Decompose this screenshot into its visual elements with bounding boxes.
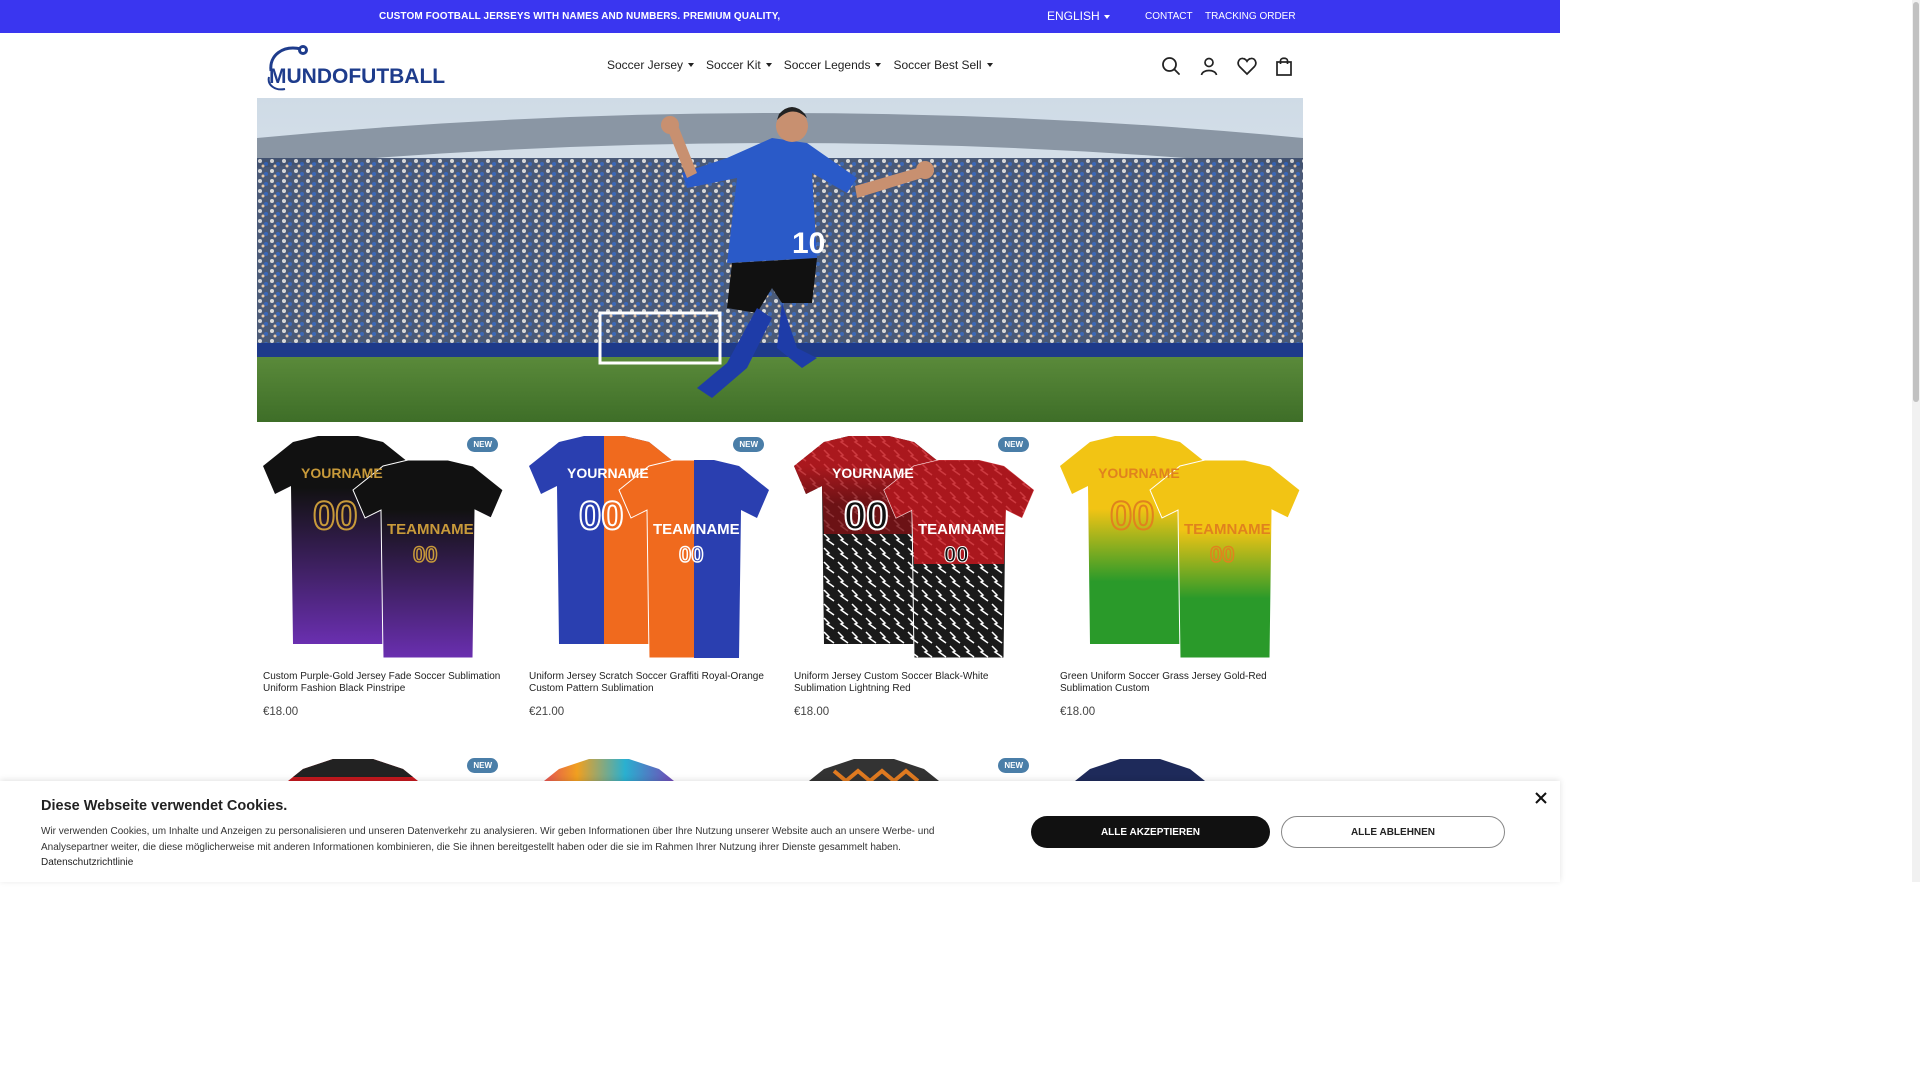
product-image[interactable]: YOURNAME 00 TEAMNAME 00 NEW (529, 434, 774, 659)
product-title[interactable]: Custom Purple-Gold Jersey Fade Soccer Su… (263, 671, 503, 695)
product-card[interactable]: YOURNAME 00 TEAMNAME 00 NEW Custom Purpl… (263, 434, 508, 718)
jersey-team: TEAMNAME (653, 521, 740, 538)
jersey-team: TEAMNAME (918, 521, 1005, 538)
language-selector[interactable]: ENGLISH (1047, 0, 1110, 33)
product-title[interactable]: Uniform Jersey Custom Soccer Black-White… (794, 671, 1034, 695)
page-scrollbar[interactable] (1912, 0, 1920, 882)
product-image[interactable]: YOURNAME 00 TEAMNAME 00 NEW (794, 434, 1039, 659)
product-title[interactable]: Green Uniform Soccer Grass Jersey Gold-R… (1060, 671, 1300, 695)
close-icon[interactable] (1533, 790, 1549, 806)
hero-jersey-number: 10 (792, 227, 825, 260)
new-badge: NEW (733, 437, 764, 452)
jersey-name: YOURNAME (832, 465, 914, 481)
jersey-number: 00 (944, 542, 968, 567)
cart-icon[interactable] (1273, 55, 1295, 77)
jersey-number: 00 (844, 494, 889, 538)
announcement-bar: CUSTOM FOOTBALL JERSEYS WITH NAMES AND N… (0, 0, 1560, 33)
jersey-number: 00 (313, 494, 358, 538)
product-price: €18.00 (794, 706, 830, 718)
account-icon[interactable] (1198, 55, 1220, 77)
nav-label: Soccer Legends (783, 58, 871, 72)
new-badge: NEW (998, 437, 1029, 452)
nav-label: Soccer Kit (706, 58, 761, 72)
jersey-name: YOURNAME (567, 465, 649, 481)
chevron-down-icon (986, 63, 993, 67)
jersey-number: 00 (1110, 494, 1155, 538)
product-card[interactable]: YOURNAME 00 TEAMNAME 00 Green Uniform So… (1060, 434, 1305, 718)
chevron-down-icon (875, 63, 882, 67)
chevron-down-icon (688, 63, 695, 67)
announcement-text: CUSTOM FOOTBALL JERSEYS WITH NAMES AND N… (379, 11, 781, 22)
cookie-text: Wir verwenden Cookies, um Inhalte und An… (41, 826, 935, 853)
language-label: ENGLISH (1047, 9, 1100, 23)
cookie-title: Diese Webseite verwendet Cookies. (41, 798, 288, 814)
product-image[interactable]: YOURNAME 00 TEAMNAME 00 (1060, 434, 1305, 659)
accept-all-button[interactable]: ALLE AKZEPTIEREN (1031, 816, 1270, 848)
nav-label: Soccer Best Sell (893, 58, 982, 72)
product-card[interactable]: YOURNAME 00 TEAMNAME 00 NEW Uniform Jers… (794, 434, 1039, 718)
new-badge: NEW (467, 758, 498, 773)
nav-soccer-legends[interactable]: Soccer Legends (784, 56, 882, 74)
cookie-banner: Diese Webseite verwendet Cookies. Wir ve… (0, 781, 1560, 882)
jersey-team: TEAMNAME (1184, 521, 1271, 538)
jersey-name: YOURNAME (1098, 465, 1180, 481)
wishlist-icon[interactable] (1236, 55, 1258, 77)
svg-text:MUNDOFUTBALL: MUNDOFUTBALL (269, 65, 445, 88)
jersey-number: 00 (679, 542, 703, 567)
tracking-order-link[interactable]: TRACKING ORDER (1205, 0, 1296, 33)
chevron-down-icon (1103, 14, 1110, 19)
new-badge: NEW (467, 437, 498, 452)
scrollbar-thumb[interactable] (1913, 2, 1919, 402)
jersey-team: TEAMNAME (387, 521, 474, 538)
product-image[interactable]: YOURNAME 00 TEAMNAME 00 NEW (263, 434, 508, 659)
nav-soccer-best-sell[interactable]: Soccer Best Sell (893, 56, 993, 74)
privacy-policy-link[interactable]: Datenschutzrichtlinie (41, 857, 133, 868)
main-nav: Soccer Jersey Soccer Kit Soccer Legends … (607, 56, 993, 74)
nav-label: Soccer Jersey (607, 58, 684, 72)
jersey-number: 00 (413, 542, 437, 567)
product-price: €18.00 (263, 706, 299, 718)
nav-soccer-jersey[interactable]: Soccer Jersey (607, 56, 695, 74)
hero-banner[interactable]: 10 (257, 98, 1303, 422)
search-icon[interactable] (1160, 55, 1182, 77)
site-logo[interactable]: MUNDOFUTBALL (265, 43, 445, 91)
nav-soccer-kit[interactable]: Soccer Kit (706, 56, 772, 74)
product-price: €21.00 (529, 706, 565, 718)
product-title[interactable]: Uniform Jersey Scratch Soccer Graffiti R… (529, 671, 769, 695)
reject-all-button[interactable]: ALLE ABLEHNEN (1281, 816, 1505, 848)
jersey-name: YOURNAME (301, 465, 383, 481)
jersey-number: 00 (579, 494, 624, 538)
jersey-number: 00 (1210, 542, 1234, 567)
product-price: €18.00 (1060, 706, 1096, 718)
product-card[interactable]: YOURNAME 00 TEAMNAME 00 NEW Uniform Jers… (529, 434, 774, 718)
contact-link[interactable]: CONTACT (1145, 0, 1193, 33)
chevron-down-icon (765, 63, 772, 67)
new-badge: NEW (998, 758, 1029, 773)
